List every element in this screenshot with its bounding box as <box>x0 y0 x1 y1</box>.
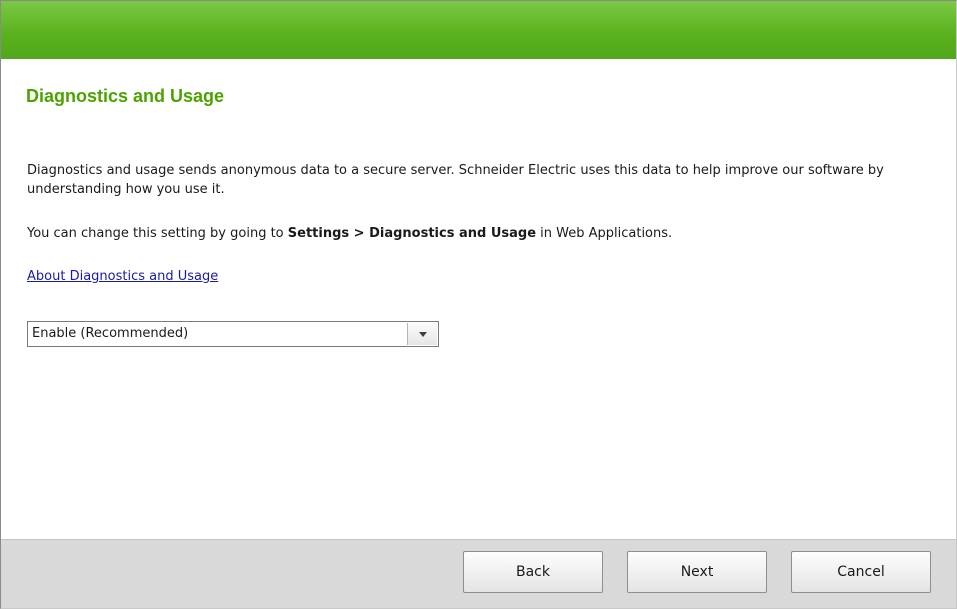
chevron-down-icon <box>419 332 427 337</box>
about-diagnostics-link[interactable]: About Diagnostics and Usage <box>27 269 218 284</box>
change-setting-prefix: You can change this setting by going to <box>27 226 288 241</box>
footer-bar: Back Next Cancel <box>1 539 956 608</box>
wizard-window: Diagnostics and Usage Diagnostics and us… <box>0 0 957 609</box>
description-text: Diagnostics and usage sends anonymous da… <box>27 163 884 197</box>
page-title: Diagnostics and Usage <box>26 86 225 106</box>
back-button[interactable]: Back <box>463 551 603 593</box>
change-setting-text: You can change this setting by going to … <box>27 224 907 243</box>
settings-path: Settings > Diagnostics and Usage <box>287 226 537 241</box>
dropdown-button[interactable] <box>407 323 437 345</box>
dropdown-selected-value: Enable (Recommended) <box>32 326 189 341</box>
diagnostics-setting-dropdown[interactable]: Enable (Recommended) <box>27 321 439 347</box>
next-button[interactable]: Next <box>627 551 767 593</box>
cancel-button[interactable]: Cancel <box>791 551 931 593</box>
header-banner <box>1 1 956 59</box>
change-setting-suffix: in Web Applications. <box>536 226 673 241</box>
